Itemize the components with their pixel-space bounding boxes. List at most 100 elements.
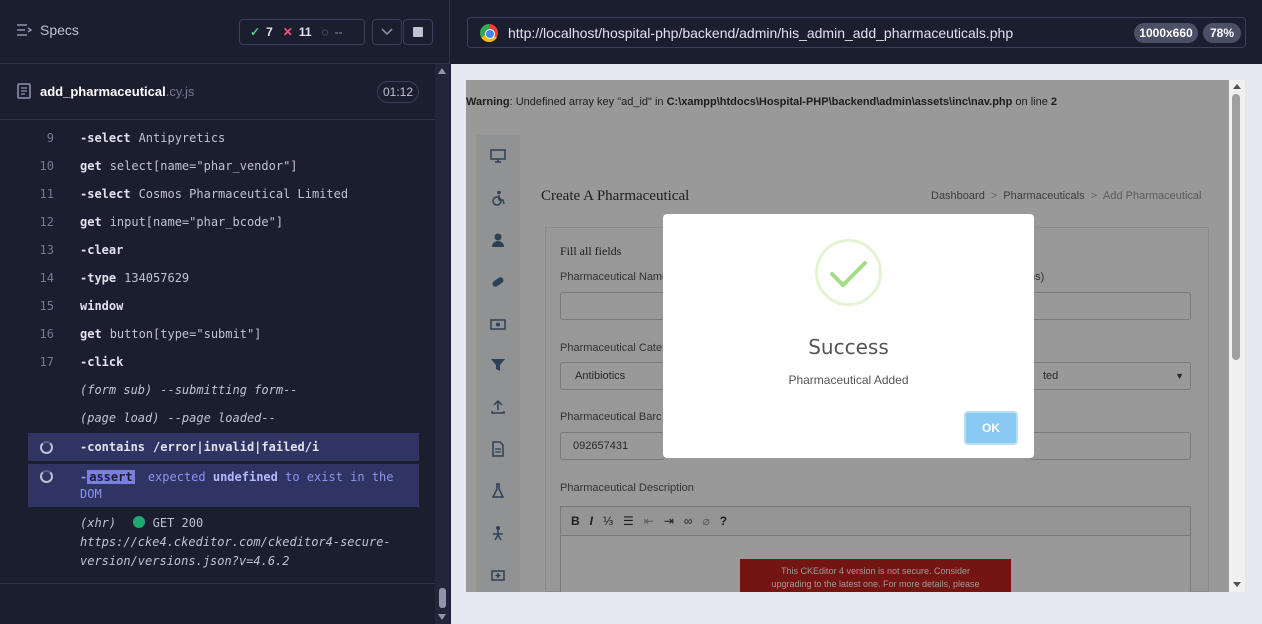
command-row[interactable]: 17 -click — [28, 348, 419, 376]
command-row[interactable]: 16 get button[type="submit"] — [28, 320, 419, 348]
chrome-icon — [480, 24, 498, 42]
stop-icon — [413, 27, 423, 37]
assert-text: DOM — [80, 487, 102, 501]
browser-header: http://localhost/hospital-php/backend/ad… — [451, 0, 1262, 64]
command-name: -select — [80, 187, 131, 201]
reporter-scroll-thumb[interactable] — [439, 588, 446, 608]
xhr-status: GET 200 — [152, 516, 204, 530]
modal-title: Success — [808, 335, 889, 359]
loading-spinner-icon — [40, 440, 53, 454]
command-arg: input[name="phar_bcode"] — [109, 215, 284, 229]
document-icon — [17, 83, 31, 99]
aut-scroll-thumb[interactable] — [1232, 94, 1240, 360]
command-row-contains[interactable]: -contains/error|invalid|failed/i — [28, 433, 419, 461]
event-message: --submitting form-- — [160, 383, 298, 397]
ok-button[interactable]: OK — [964, 411, 1018, 445]
command-row[interactable]: 11 -select Cosmos Pharmaceutical Limited — [28, 180, 419, 208]
command-name: get — [80, 215, 102, 229]
command-number: 9 — [46, 131, 54, 145]
zoom-badge[interactable]: 78% — [1203, 23, 1241, 43]
command-log: 9 -select Antipyretics 10 get select[name="p… — [28, 124, 419, 572]
reporter-panel: Specs ✓ 7 ✕ 11 ◌ -- add_pharmaceutical.c… — [0, 0, 450, 624]
command-number: 11 — [39, 187, 54, 201]
pending-count: -- — [334, 25, 343, 39]
assert-text: expected — [147, 470, 206, 484]
scroll-down-icon[interactable] — [438, 614, 446, 620]
spec-file-ext: .cy.js — [165, 84, 195, 99]
viewport-badge[interactable]: 1000x660 — [1134, 23, 1198, 43]
pending-icon: ◌ — [321, 25, 329, 39]
command-number: 10 — [39, 159, 54, 173]
event-xhr[interactable]: (xhr) GET 200 https://cke4.ckeditor.com/… — [28, 510, 419, 570]
command-row[interactable]: 14 -type 134057629 — [28, 264, 419, 292]
event-type: (page load) — [80, 411, 160, 425]
assert-tag: assert — [87, 470, 135, 484]
command-row[interactable]: 10 get select[name="phar_vendor"] — [28, 152, 419, 180]
command-name: -clear — [80, 243, 124, 257]
chevron-down-icon — [381, 28, 393, 36]
command-name: -select — [80, 131, 131, 145]
command-name: get — [80, 159, 102, 173]
scroll-down-icon[interactable] — [1233, 582, 1241, 587]
failed-icon: ✕ — [282, 25, 293, 39]
command-name: get — [80, 327, 102, 341]
command-row[interactable]: 12 get input[name="phar_bcode"] — [28, 208, 419, 236]
status-ok-icon — [133, 516, 146, 528]
command-row[interactable]: 15 window — [28, 292, 419, 320]
command-arg: Cosmos Pharmaceutical Limited — [138, 187, 349, 201]
specs-toggle[interactable]: Specs — [16, 22, 79, 38]
command-name: -type — [80, 271, 117, 285]
event-type: (xhr) — [80, 516, 117, 530]
command-arg: 134057629 — [124, 271, 190, 285]
event-form-submit[interactable]: (form sub) --submitting form-- — [28, 376, 419, 404]
event-type: (form sub) — [80, 383, 153, 397]
command-number: 14 — [39, 271, 54, 285]
app-frame: Warning: Undefined array key "ad_id" in … — [466, 80, 1245, 592]
chevron-down-button[interactable] — [372, 19, 402, 45]
loading-spinner-icon — [40, 470, 53, 483]
scroll-up-icon[interactable] — [1233, 84, 1241, 89]
reporter-header: Specs ✓ 7 ✕ 11 ◌ -- — [0, 0, 450, 64]
command-number: 12 — [39, 215, 54, 229]
event-message: --page loaded-- — [167, 411, 276, 425]
event-page-load[interactable]: (page load) --page loaded-- — [28, 404, 419, 432]
command-name: window — [80, 299, 124, 313]
command-name: -contains — [80, 440, 146, 454]
command-row-assert[interactable]: - assert expected undefined to exist in t… — [28, 464, 419, 507]
command-number: 15 — [39, 299, 54, 313]
reporter-footer — [0, 583, 435, 624]
command-number: 16 — [39, 327, 54, 341]
assert-text: to exist in the — [285, 470, 394, 484]
spec-file-base: add_pharmaceutical — [40, 84, 166, 99]
stop-button[interactable] — [403, 19, 433, 45]
command-number: 13 — [39, 243, 54, 257]
passed-icon: ✓ — [250, 25, 261, 39]
xhr-url: https://cke4.ckeditor.com/ckeditor4-secu… — [80, 535, 391, 549]
modal-message: Pharmaceutical Added — [788, 373, 909, 387]
command-row[interactable]: 13 -clear — [28, 236, 419, 264]
duration-badge: 01:12 — [377, 81, 419, 103]
spec-file-name[interactable]: add_pharmaceutical.cy.js — [40, 84, 194, 99]
url-bar[interactable]: http://localhost/hospital-php/backend/ad… — [467, 17, 1246, 48]
success-modal: Success Pharmaceutical Added OK — [663, 214, 1034, 458]
test-stats: ✓ 7 ✕ 11 ◌ -- — [239, 19, 365, 45]
command-arg: Antipyretics — [138, 131, 226, 145]
check-icon — [830, 261, 867, 288]
xhr-url: version/versions.json?v=4.6.2 — [80, 554, 290, 568]
command-arg: button[type="submit"] — [109, 327, 262, 341]
reporter-scrollbar[interactable] — [435, 64, 450, 624]
url-text: http://localhost/hospital-php/backend/ad… — [508, 24, 1014, 41]
specs-menu-icon — [17, 24, 32, 36]
failed-count: 11 — [298, 25, 312, 39]
command-arg: select[name="phar_vendor"] — [109, 159, 298, 173]
command-row[interactable]: 9 -select Antipyretics — [28, 124, 419, 152]
passed-count: 7 — [266, 25, 273, 39]
assert-value: undefined — [212, 470, 278, 484]
scroll-up-icon[interactable] — [438, 68, 446, 74]
aut-panel: http://localhost/hospital-php/backend/ad… — [451, 0, 1262, 624]
command-name: -click — [80, 355, 124, 369]
command-number: 17 — [39, 355, 54, 369]
success-check-icon — [815, 239, 882, 306]
spec-file-header: add_pharmaceutical.cy.js 01:12 — [0, 65, 435, 120]
specs-label: Specs — [40, 22, 79, 38]
